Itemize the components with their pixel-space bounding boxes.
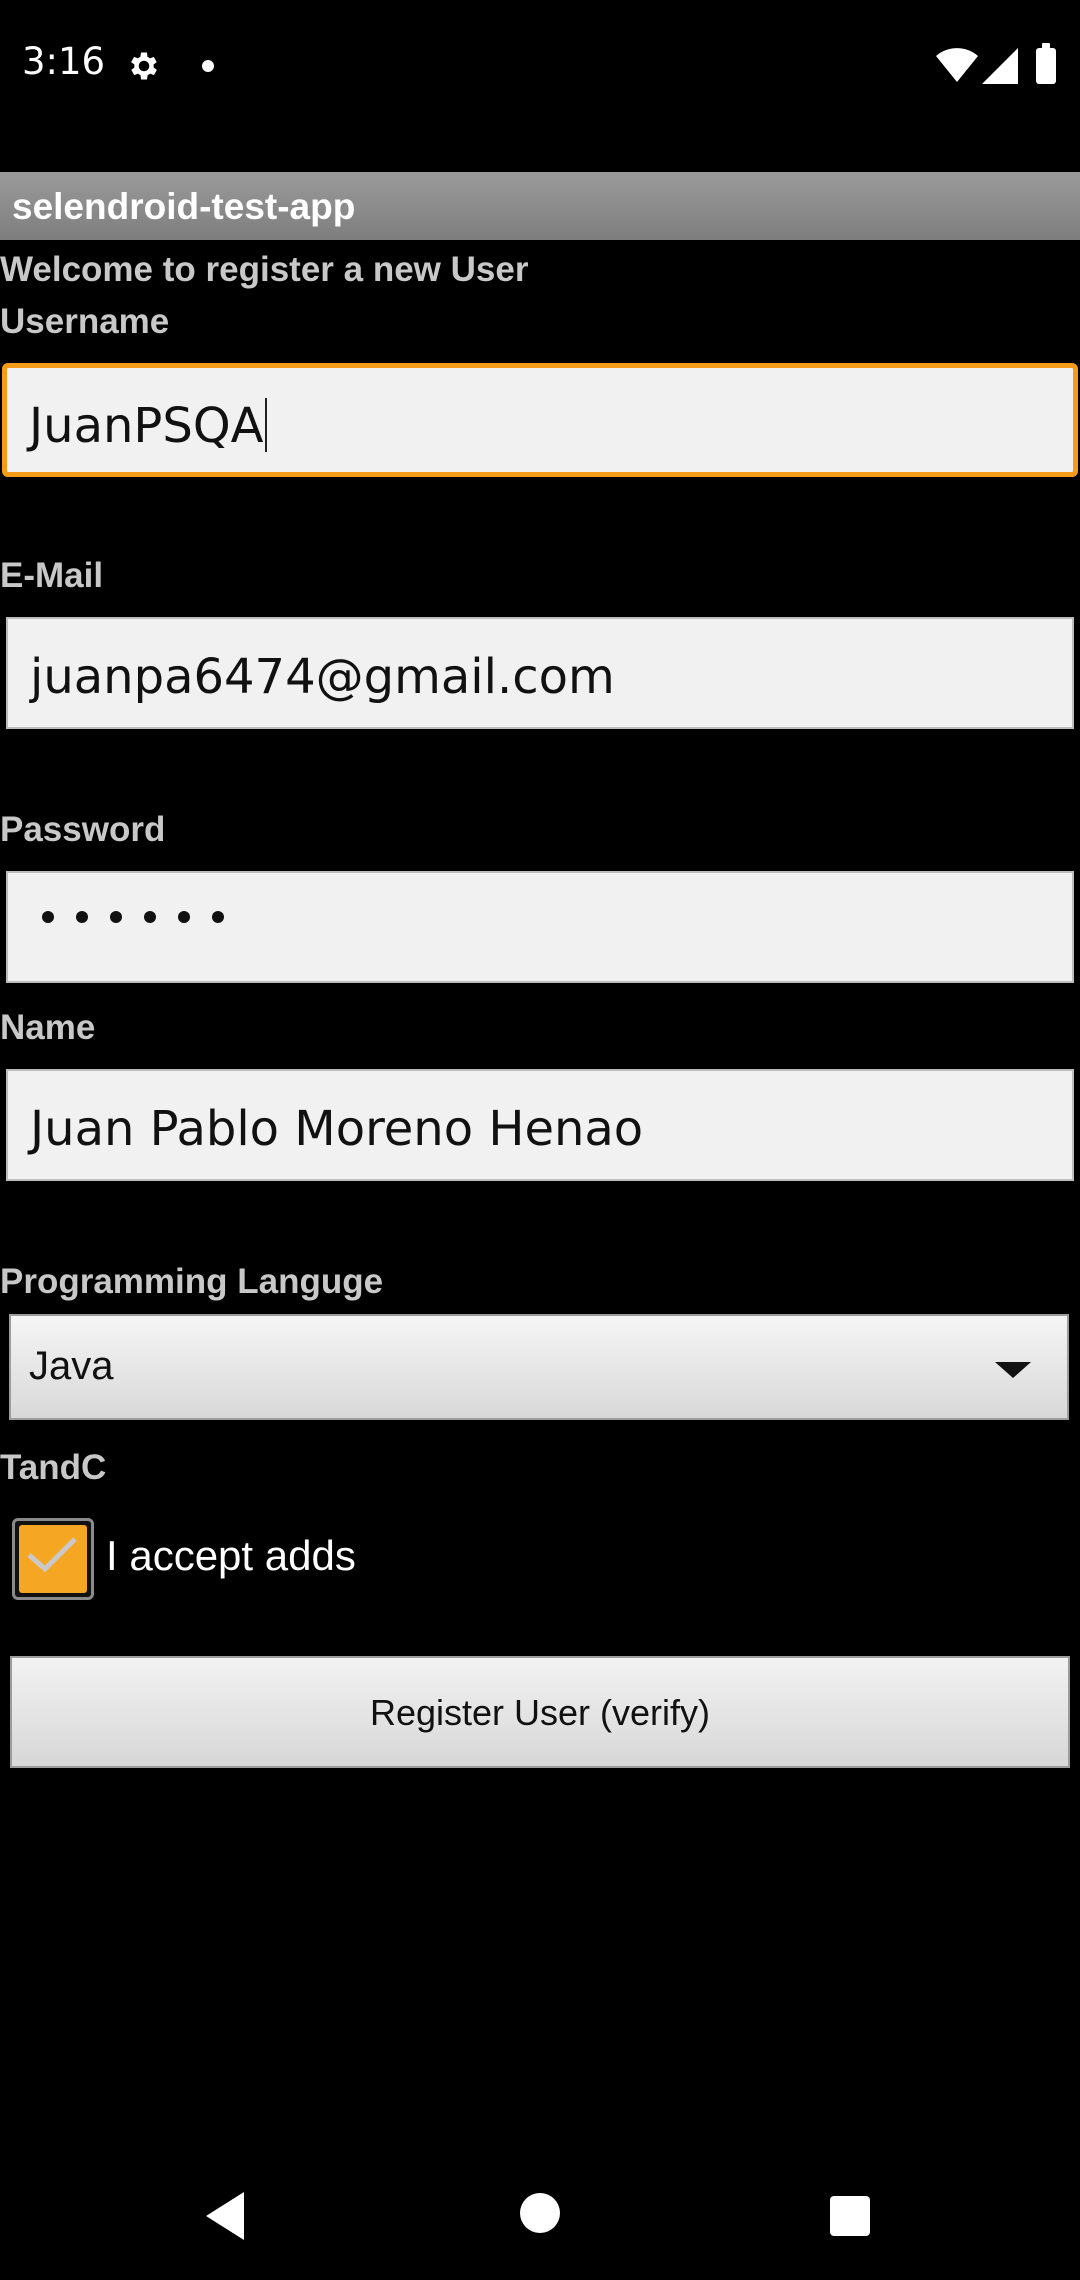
welcome-text: Welcome to register a new User bbox=[0, 250, 529, 289]
wifi-icon bbox=[936, 48, 978, 87]
username-label: Username bbox=[0, 302, 170, 341]
status-time: 3:16 bbox=[22, 40, 106, 83]
language-selected: Java bbox=[29, 1344, 114, 1388]
username-value: JuanPSQA bbox=[29, 398, 264, 454]
password-dot bbox=[178, 911, 190, 923]
app-title: selendroid-test-app bbox=[12, 186, 356, 227]
recents-icon[interactable] bbox=[830, 2196, 870, 2236]
name-label: Name bbox=[0, 1008, 96, 1047]
email-input[interactable]: juanpa6474@gmail.com bbox=[6, 617, 1074, 729]
tandc-label: TandC bbox=[0, 1448, 107, 1487]
password-dot bbox=[76, 911, 88, 923]
home-icon[interactable] bbox=[520, 2193, 560, 2233]
password-mask bbox=[42, 911, 224, 923]
password-dot bbox=[42, 911, 54, 923]
gear-icon bbox=[126, 48, 162, 89]
password-input[interactable] bbox=[6, 871, 1074, 983]
text-caret bbox=[265, 398, 268, 452]
password-label: Password bbox=[0, 810, 166, 849]
name-input[interactable]: Juan Pablo Moreno Henao bbox=[6, 1069, 1074, 1181]
language-select[interactable]: Java bbox=[9, 1314, 1069, 1420]
accept-adds-label[interactable]: I accept adds bbox=[106, 1532, 356, 1580]
register-user-button[interactable]: Register User (verify) bbox=[10, 1656, 1070, 1768]
app-title-bar: selendroid-test-app bbox=[0, 172, 1080, 240]
checkmark-icon bbox=[27, 1537, 77, 1573]
back-icon[interactable] bbox=[206, 2192, 244, 2240]
accept-adds-checkbox[interactable] bbox=[12, 1518, 94, 1600]
language-label: Programming Languge bbox=[0, 1262, 384, 1301]
signal-icon bbox=[982, 48, 1018, 89]
password-dot bbox=[110, 911, 122, 923]
password-dot bbox=[212, 911, 224, 923]
password-dot bbox=[144, 911, 156, 923]
notification-dot-icon bbox=[202, 60, 214, 72]
battery-icon bbox=[1036, 43, 1056, 84]
dropdown-arrow-icon bbox=[995, 1362, 1031, 1378]
email-value: juanpa6474@gmail.com bbox=[30, 649, 615, 705]
email-label: E-Mail bbox=[0, 556, 104, 595]
name-value: Juan Pablo Moreno Henao bbox=[30, 1101, 644, 1157]
username-input[interactable]: JuanPSQA bbox=[2, 363, 1078, 477]
register-button-label: Register User (verify) bbox=[369, 1692, 711, 1733]
